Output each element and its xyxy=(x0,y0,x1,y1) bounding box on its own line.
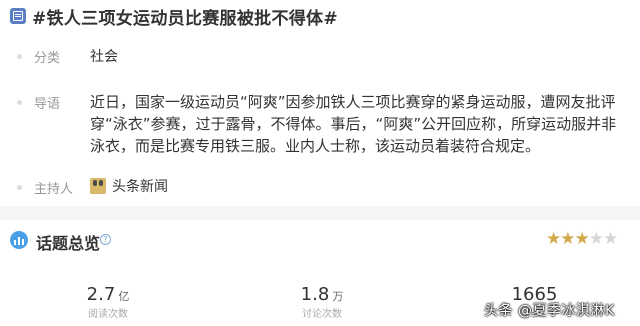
host-name[interactable]: 头条新闻 xyxy=(112,176,168,196)
summary-label: 导语 xyxy=(34,97,61,112)
topic-title: #铁人三项女运动员比赛服被批不得体# xyxy=(32,9,338,29)
stat-value: 1.8 xyxy=(300,284,330,305)
watermark: 头条 @夏季冰淇淋K xyxy=(484,303,615,319)
chart-icon xyxy=(10,231,28,249)
star-filled-icon: ★ xyxy=(546,229,561,249)
category-label: 分类 xyxy=(34,51,61,66)
bullet-dot xyxy=(17,54,22,59)
stat-unit: 亿 xyxy=(118,290,130,303)
stat-value: 2.7 xyxy=(86,284,116,305)
stat-unit: 万 xyxy=(332,290,344,303)
stat-reads: 2.7 亿 阅读次数 xyxy=(48,284,168,320)
star-filled-icon: ★ xyxy=(560,229,575,249)
stat-label: 讨论次数 xyxy=(302,309,342,320)
star-empty-icon: ★ xyxy=(588,229,604,249)
help-icon[interactable]: ? xyxy=(100,234,111,245)
stat-label: 阅读次数 xyxy=(88,309,128,320)
topic-icon xyxy=(10,8,26,24)
rating-stars: ★★★★★ xyxy=(546,229,618,249)
topic-header: #铁人三项女运动员比赛服被批不得体# xyxy=(0,0,640,34)
star-empty-icon: ★ xyxy=(603,229,618,249)
stat-discussions: 1.8 万 讨论次数 xyxy=(262,284,382,320)
bullet-dot xyxy=(17,100,22,105)
host-label: 主持人 xyxy=(34,182,74,197)
section-divider xyxy=(0,206,640,220)
host-avatar[interactable] xyxy=(90,178,106,194)
bullet-dot xyxy=(17,185,22,190)
category-value[interactable]: 社会 xyxy=(90,46,118,66)
overview-title: 话题总览 xyxy=(36,234,101,253)
summary-text: 近日，国家一级运动员“阿爽”因参加铁人三项比赛穿的紧身运动服，遭网友批评穿“泳衣… xyxy=(90,93,617,155)
star-filled-icon: ★ xyxy=(574,229,590,249)
